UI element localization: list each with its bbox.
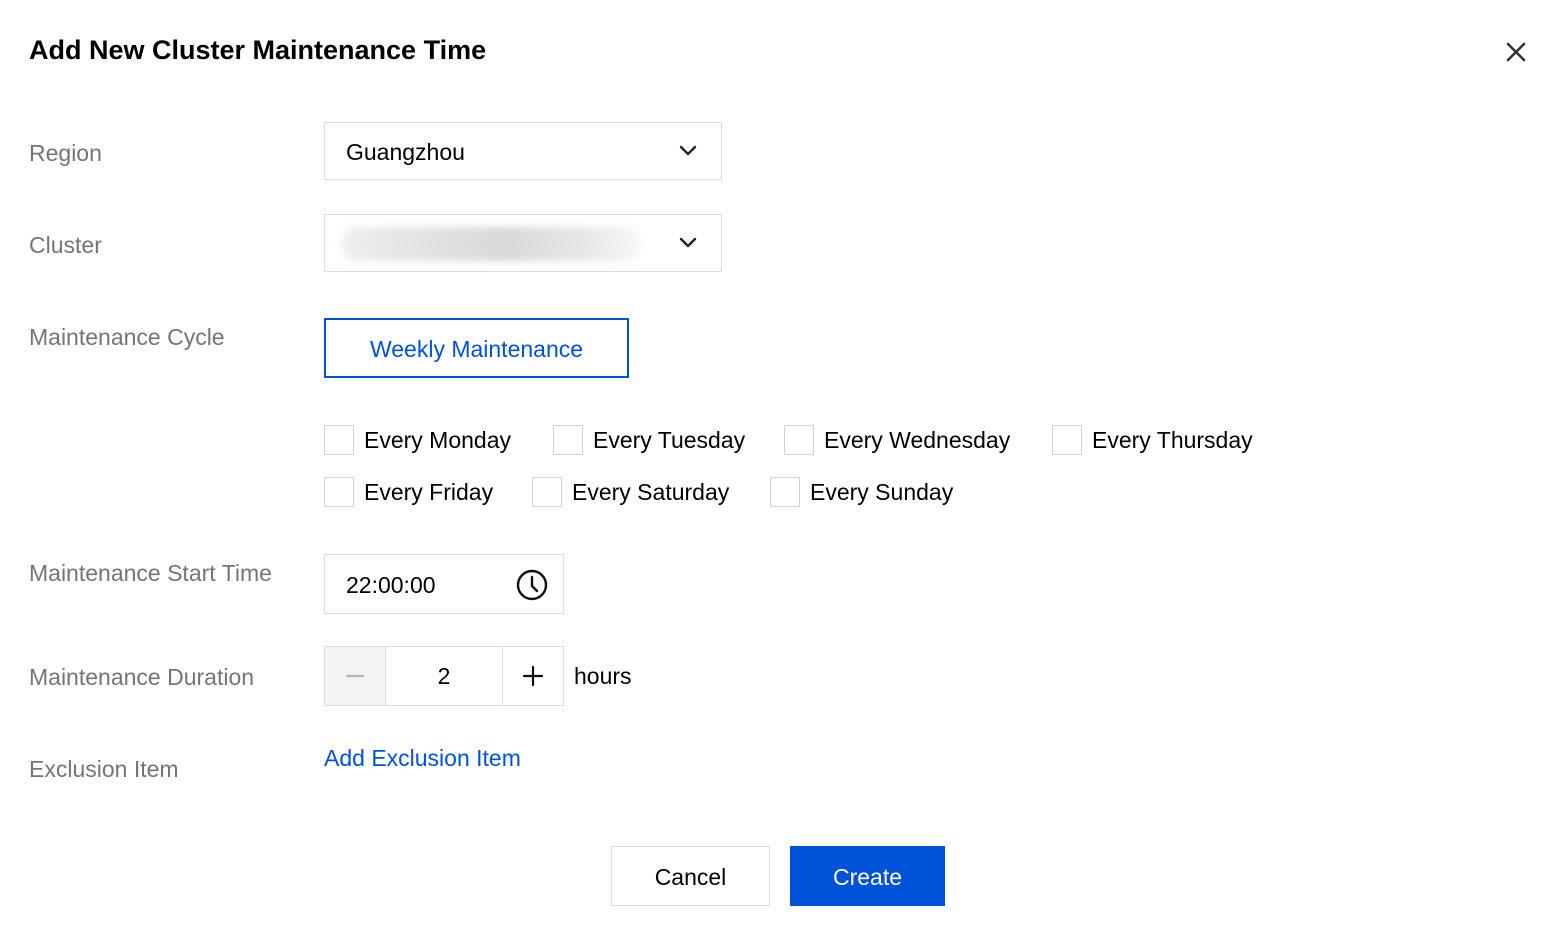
duration-stepper[interactable]: 2 <box>324 646 564 706</box>
checkbox-label: Every Tuesday <box>593 427 746 453</box>
cluster-label: Cluster <box>29 232 102 258</box>
checkbox-label: Every Sunday <box>810 479 954 505</box>
add-exclusion-item-link[interactable]: Add Exclusion Item <box>324 745 521 772</box>
cancel-button[interactable]: Cancel <box>611 846 770 906</box>
checkbox-box[interactable] <box>324 477 354 507</box>
checkbox-label: Every Monday <box>364 427 512 453</box>
clock-icon[interactable] <box>515 568 549 602</box>
checkbox-box[interactable] <box>1052 425 1082 455</box>
close-icon[interactable] <box>1500 36 1532 68</box>
start-time-label: Maintenance Start Time <box>29 560 272 586</box>
region-select[interactable]: Guangzhou <box>324 122 722 180</box>
cluster-select[interactable] <box>324 214 722 272</box>
maintenance-dialog: Add New Cluster Maintenance Time Region … <box>0 0 1551 936</box>
region-value: Guangzhou <box>346 139 465 165</box>
create-button[interactable]: Create <box>790 846 945 906</box>
increment-button[interactable] <box>503 647 563 705</box>
duration-label: Maintenance Duration <box>29 664 255 690</box>
chevron-down-icon <box>679 145 697 156</box>
dialog-title: Add New Cluster Maintenance Time <box>29 35 487 65</box>
start-time-input[interactable]: 22:00:00 <box>324 554 564 614</box>
checkbox-box[interactable] <box>532 477 562 507</box>
region-label: Region <box>29 140 102 166</box>
exclusion-label: Exclusion Item <box>29 756 179 782</box>
checkbox-box[interactable] <box>553 425 583 455</box>
duration-unit: hours <box>574 663 632 689</box>
checkbox-box[interactable] <box>784 425 814 455</box>
checkbox-box[interactable] <box>324 425 354 455</box>
decrement-button[interactable] <box>325 647 386 705</box>
weekly-maintenance-button[interactable]: Weekly Maintenance <box>324 318 629 378</box>
checkbox-label: Every Saturday <box>572 479 730 505</box>
checkbox-label: Every Thursday <box>1092 427 1253 453</box>
plus-icon <box>522 665 544 687</box>
minus-icon <box>345 674 365 678</box>
checkbox-label: Every Wednesday <box>824 427 1011 453</box>
cluster-value-redacted <box>341 227 641 261</box>
checkbox-box[interactable] <box>770 477 800 507</box>
maintenance-cycle-label: Maintenance Cycle <box>29 324 225 350</box>
duration-value[interactable]: 2 <box>386 647 503 705</box>
checkbox-label: Every Friday <box>364 479 494 505</box>
chevron-down-icon <box>679 237 697 248</box>
start-time-value: 22:00:00 <box>346 572 436 598</box>
